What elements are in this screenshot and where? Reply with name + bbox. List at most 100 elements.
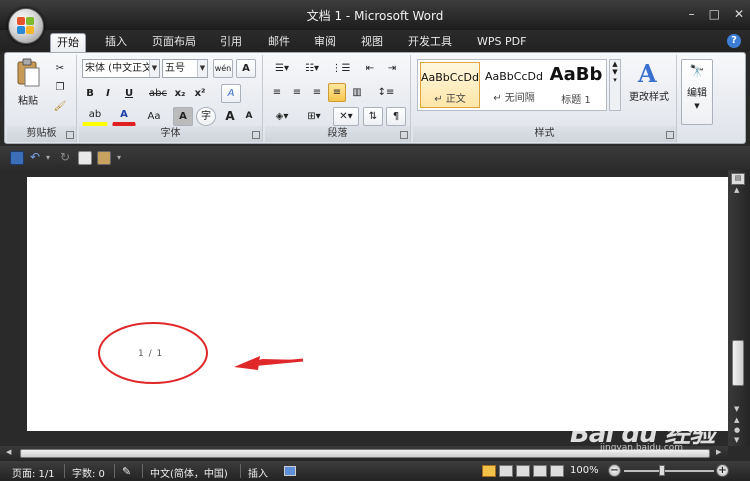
tab-page-layout[interactable]: 页面布局: [146, 33, 202, 52]
help-icon[interactable]: ?: [727, 34, 741, 48]
close-button[interactable]: ✕: [734, 7, 744, 21]
view-full-screen-icon[interactable]: [499, 465, 513, 477]
align-center-icon[interactable]: ≡: [288, 83, 306, 102]
zoom-out-button[interactable]: −: [608, 464, 621, 477]
view-print-layout-icon[interactable]: [482, 465, 496, 477]
scroll-right-icon[interactable]: ▶: [716, 448, 721, 456]
paste-button[interactable]: 粘贴: [11, 57, 45, 109]
superscript-button[interactable]: x²: [191, 84, 209, 103]
grow-font-button[interactable]: A: [221, 107, 239, 126]
bullets-icon[interactable]: ☰▾: [268, 59, 296, 78]
italic-button[interactable]: I: [100, 84, 116, 103]
tab-home[interactable]: 开始: [50, 33, 86, 52]
ruler-toggle-icon[interactable]: ▤: [731, 173, 745, 185]
font-name-select[interactable]: 宋体 (中文正文 ▼: [82, 59, 160, 78]
previous-page-icon[interactable]: ▲: [734, 416, 739, 424]
highlight-button[interactable]: ab: [82, 107, 108, 126]
tab-developer[interactable]: 开发工具: [402, 33, 458, 52]
minimize-button[interactable]: –: [689, 7, 695, 21]
undo-icon[interactable]: ↶: [30, 151, 44, 165]
show-marks-icon[interactable]: ¶: [386, 107, 406, 126]
copy-icon[interactable]: ❐: [51, 78, 69, 97]
word-count[interactable]: 字数: 0: [72, 465, 105, 480]
decrease-indent-icon[interactable]: ⇤: [360, 59, 380, 78]
vertical-scroll-thumb[interactable]: [732, 340, 744, 386]
styles-launcher-icon[interactable]: [666, 131, 674, 139]
document-page[interactable]: [27, 177, 728, 431]
browse-object-icon[interactable]: ●: [734, 426, 740, 434]
view-web-layout-icon[interactable]: [516, 465, 530, 477]
font-color-button[interactable]: A: [112, 107, 136, 126]
tab-insert[interactable]: 插入: [99, 33, 133, 52]
clipboard-launcher-icon[interactable]: [66, 131, 74, 139]
tab-view[interactable]: 视图: [355, 33, 389, 52]
line-spacing-icon[interactable]: ↕≡: [373, 83, 399, 102]
change-case-button[interactable]: Aa: [141, 107, 167, 126]
numbering-icon[interactable]: ☷▾: [298, 59, 326, 78]
zoom-slider-thumb[interactable]: [659, 465, 665, 476]
cut-icon[interactable]: ✂: [51, 59, 69, 78]
phonetic-guide-button[interactable]: wén: [213, 59, 233, 78]
redo-icon[interactable]: ↻: [60, 151, 74, 165]
distributed-icon[interactable]: ▥: [348, 83, 366, 102]
insert-mode[interactable]: 插入: [248, 465, 268, 480]
align-left-icon[interactable]: ≡: [268, 83, 286, 102]
view-draft-icon[interactable]: [550, 465, 564, 477]
justify-icon[interactable]: ≡: [328, 83, 346, 102]
change-styles-label: 更改样式: [629, 92, 669, 103]
scroll-up-icon[interactable]: ▲: [734, 186, 739, 194]
character-border-button[interactable]: A: [236, 59, 256, 78]
shading-icon[interactable]: ◈▾: [268, 107, 296, 126]
format-painter-icon[interactable]: 🖌: [51, 97, 69, 116]
tab-wps-pdf[interactable]: WPS PDF: [471, 33, 532, 52]
change-styles-button[interactable]: A 更改样式: [625, 59, 673, 111]
chinese-layout-icon[interactable]: ✕▾: [333, 107, 359, 126]
maximize-button[interactable]: □: [709, 7, 720, 21]
align-right-icon[interactable]: ≡: [308, 83, 326, 102]
strikethrough-button[interactable]: abc: [147, 84, 169, 103]
sort-icon[interactable]: ⇅: [363, 107, 383, 126]
ribbon: 粘贴 ✂ ❐ 🖌 剪贴板 宋体 (中文正文 ▼ 五号 ▼ wén A B I U…: [4, 52, 746, 144]
scroll-down-icon[interactable]: ▼: [734, 405, 739, 413]
zoom-in-button[interactable]: +: [716, 464, 729, 477]
customize-toolbar-icon[interactable]: ▾: [117, 151, 131, 165]
underline-button[interactable]: U: [118, 84, 140, 103]
user-icon[interactable]: [97, 151, 111, 165]
page-count[interactable]: 页面: 1/1: [12, 465, 55, 480]
zoom-level[interactable]: 100%: [570, 465, 599, 476]
tab-references[interactable]: 引用: [214, 33, 248, 52]
print-preview-icon[interactable]: [78, 151, 92, 165]
style-no-spacing[interactable]: AaBbCcDd ↵ 无间隔: [484, 62, 544, 108]
enclose-characters-button[interactable]: 字: [196, 107, 216, 126]
undo-dropdown-icon[interactable]: ▾: [46, 151, 60, 165]
style-normal[interactable]: AaBbCcDd ↵ 正文: [420, 62, 480, 108]
bold-button[interactable]: B: [82, 84, 98, 103]
font-launcher-icon[interactable]: [252, 131, 260, 139]
increase-indent-icon[interactable]: ⇥: [382, 59, 402, 78]
editing-button[interactable]: 🔭 编辑 ▼: [681, 59, 713, 125]
tab-mailings[interactable]: 邮件: [262, 33, 296, 52]
subscript-button[interactable]: x₂: [171, 84, 189, 103]
style-heading-1[interactable]: AaBb 标题 1: [546, 62, 606, 108]
zoom-slider[interactable]: [624, 470, 714, 472]
view-outline-icon[interactable]: [533, 465, 547, 477]
paragraph-launcher-icon[interactable]: [400, 131, 408, 139]
macro-record-icon[interactable]: [284, 466, 296, 476]
clear-formatting-button[interactable]: A: [221, 84, 241, 103]
multilevel-list-icon[interactable]: ⋮☰: [328, 59, 354, 78]
character-shading-button[interactable]: A: [173, 107, 193, 126]
next-page-icon[interactable]: ▼: [734, 436, 739, 444]
font-size-select[interactable]: 五号 ▼: [162, 59, 208, 78]
save-icon[interactable]: [10, 151, 24, 165]
office-button[interactable]: [8, 8, 44, 44]
style-gallery-scroll[interactable]: ▲ ▼ ▾: [609, 59, 621, 111]
tab-review[interactable]: 审阅: [308, 33, 342, 52]
language-indicator[interactable]: 中文(简体，中国): [150, 465, 228, 480]
scroll-left-icon[interactable]: ◀: [6, 448, 11, 456]
proofing-icon[interactable]: ✎: [122, 465, 131, 478]
styles-group: AaBbCcDd ↵ 正文 AaBbCcDd ↵ 无间隔 AaBb 标题 1 ▲…: [413, 55, 677, 142]
shrink-font-button[interactable]: A: [240, 107, 258, 126]
borders-icon[interactable]: ⊞▾: [300, 107, 328, 126]
font-group: 宋体 (中文正文 ▼ 五号 ▼ wén A B I U abc x₂ x² A …: [79, 55, 263, 142]
chevron-down-icon: ▼: [694, 102, 700, 110]
